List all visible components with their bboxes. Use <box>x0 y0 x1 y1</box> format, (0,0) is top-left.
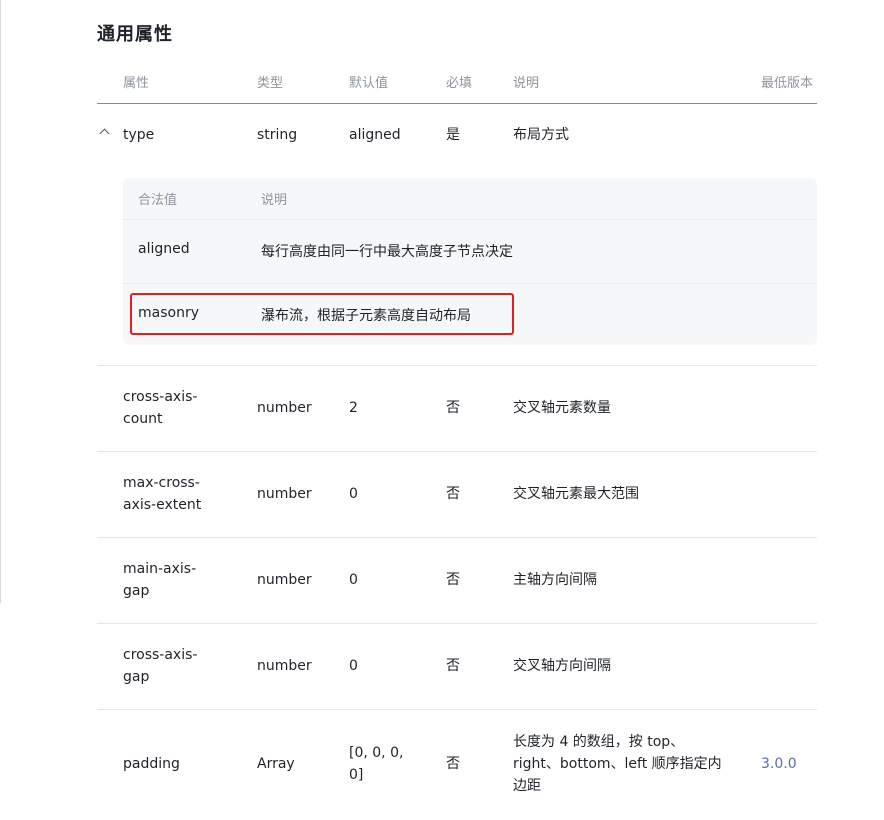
header-required: 必填 <box>446 76 473 91</box>
row-required: 否 <box>446 658 460 674</box>
row-desc: 交叉轴元素最大范围 <box>513 486 639 502</box>
row-name: cross-axis-count <box>123 389 198 427</box>
left-border <box>0 0 1 603</box>
table-row-padding: padding Array [0, 0, 0, 0] 否 长度为 4 的数组，按 … <box>97 710 817 820</box>
row-default: 0 <box>349 486 358 502</box>
chevron-up-icon[interactable] <box>99 128 110 139</box>
row-default: aligned <box>349 127 401 143</box>
sub-row-desc: 每行高度由同一行中最大高度子节点决定 <box>261 244 513 260</box>
row-desc: 交叉轴元素数量 <box>513 400 611 416</box>
section-title: 通用属性 <box>97 24 173 45</box>
sub-table-header: 合法值 说明 <box>123 178 817 220</box>
row-type: Array <box>257 756 295 772</box>
attributes-table: 属性 类型 默认值 必填 说明 最低版本 type string aligned… <box>97 64 817 820</box>
row-required: 否 <box>446 486 460 502</box>
row-version: 3.0.0 <box>761 756 797 772</box>
row-required: 否 <box>446 756 460 772</box>
row-default: [0, 0, 0, 0] <box>349 745 404 783</box>
row-type: number <box>257 400 312 416</box>
row-name: padding <box>123 756 180 772</box>
row-type: number <box>257 572 312 588</box>
row-desc: 长度为 4 的数组，按 top、 right、bottom、left 顺序指定内边… <box>513 734 722 794</box>
table-header: 属性 类型 默认值 必填 说明 最低版本 <box>97 64 817 104</box>
sub-row-value: aligned <box>138 241 190 257</box>
row-type: number <box>257 658 312 674</box>
header-desc: 说明 <box>513 76 540 91</box>
table-row: cross-axis-count number 2 否 交叉轴元素数量 <box>97 366 817 452</box>
table-row: main-axis-gap number 0 否 主轴方向间隔 <box>97 538 817 624</box>
sub-header-desc: 说明 <box>261 193 288 208</box>
table-row: max-cross-axis-extent number 0 否 交叉轴元素最大… <box>97 452 817 538</box>
row-desc: 布局方式 <box>513 127 569 143</box>
header-version: 最低版本 <box>761 76 814 91</box>
row-required: 否 <box>446 572 460 588</box>
row-desc: 主轴方向间隔 <box>513 572 597 588</box>
row-default: 2 <box>349 400 358 416</box>
highlight-box <box>130 293 514 335</box>
row-required: 否 <box>446 400 460 416</box>
header-attr: 属性 <box>123 76 150 91</box>
sub-header-value: 合法值 <box>138 193 178 208</box>
row-name: main-axis-gap <box>123 561 197 599</box>
header-type: 类型 <box>257 76 284 91</box>
table-row: cross-axis-gap number 0 否 交叉轴方向间隔 <box>97 624 817 710</box>
row-desc: 交叉轴方向间隔 <box>513 658 611 674</box>
row-default: 0 <box>349 572 358 588</box>
row-name: cross-axis-gap <box>123 647 198 685</box>
header-default: 默认值 <box>349 76 389 91</box>
row-name[interactable]: type <box>123 124 154 146</box>
row-required: 是 <box>446 127 460 143</box>
row-type: number <box>257 486 312 502</box>
sub-row-aligned: aligned 每行高度由同一行中最大高度子节点决定 <box>123 220 817 284</box>
row-type: string <box>257 127 298 143</box>
row-name: max-cross-axis-extent <box>123 475 202 513</box>
row-default: 0 <box>349 658 358 674</box>
